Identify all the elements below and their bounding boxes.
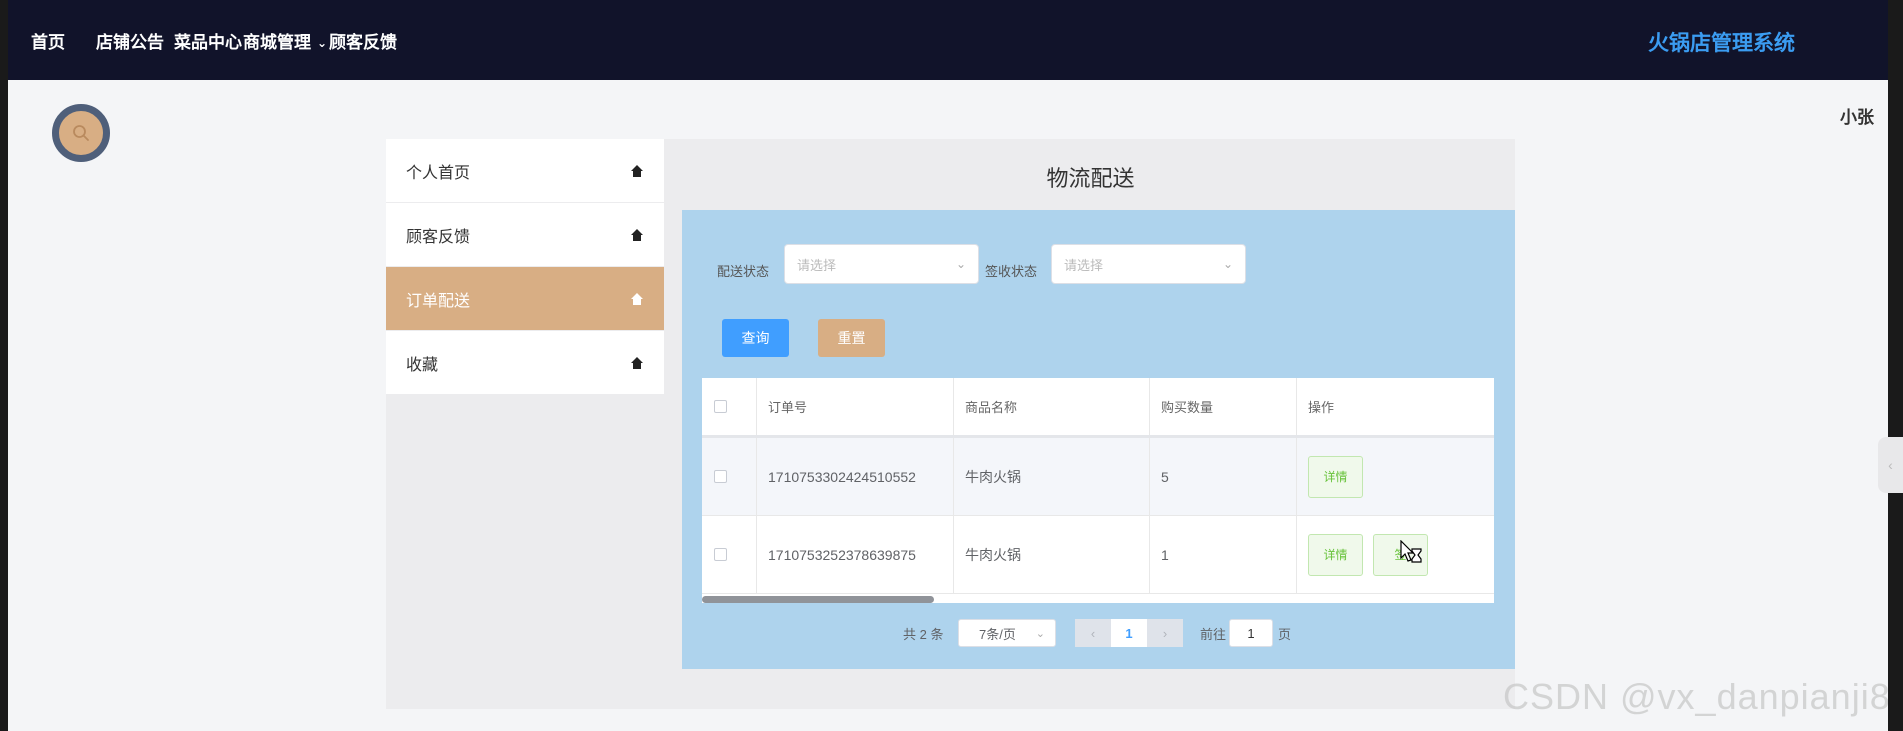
watermark-text: CSDN @vx_danpianji889 [1503, 676, 1888, 717]
app-page: 首页 店铺公告 菜品中心 商城管理 ⌄ 顾客反馈 火锅店管理系统 小张 个人首页 … [8, 0, 1888, 731]
goto-label: 前往 [1200, 627, 1227, 642]
nav-mall-management-label: 商城管理 [243, 33, 311, 52]
page-number-current[interactable]: 1 [1111, 619, 1147, 647]
top-navbar: 首页 店铺公告 菜品中心 商城管理 ⌄ 顾客反馈 火锅店管理系统 [8, 0, 1888, 80]
page-unit-label: 页 [1278, 627, 1292, 642]
prev-page-button[interactable]: ‹ [1075, 619, 1111, 647]
side-collapse-tab[interactable]: ‹ [1878, 437, 1903, 493]
actions-cell: 详情 签 [1297, 516, 1494, 593]
delivery-status-select[interactable]: 请选择 ⌄ [784, 244, 979, 284]
sidebar-item-favorites[interactable]: 收藏 [386, 331, 664, 395]
select-placeholder: 请选择 [797, 257, 837, 273]
chevron-down-icon: ⌄ [1222, 257, 1233, 271]
page-size-value: 7条/页 [979, 626, 1016, 642]
username[interactable]: 小张 [1840, 103, 1874, 128]
row-select-cell [702, 516, 757, 593]
pagination-total: 共 2 条 [903, 627, 944, 642]
chevron-right-icon: › [1162, 625, 1168, 641]
product-name: 牛肉火锅 [954, 516, 1150, 593]
actions-cell: 详情 [1297, 438, 1494, 515]
table-header: 订单号 商品名称 购买数量 操作 [702, 378, 1494, 438]
nav-home[interactable]: 首页 [31, 28, 65, 53]
chevron-down-icon: ⌄ [317, 36, 328, 50]
sidebar-item-label: 顾客反馈 [406, 228, 471, 246]
row-select-cell [702, 438, 757, 515]
search-icon [73, 125, 89, 141]
select-all-checkbox[interactable] [714, 400, 727, 413]
column-header: 购买数量 [1150, 378, 1297, 435]
table-row: 1710753302424510552 牛肉火锅 5 详情 [702, 438, 1494, 516]
home-icon [631, 292, 643, 305]
sidebar-item-order-delivery[interactable]: 订单配送 [386, 267, 664, 331]
search-fab[interactable] [52, 104, 110, 162]
nav-store-notice[interactable]: 店铺公告 [96, 28, 164, 53]
detail-button[interactable]: 详情 [1308, 455, 1363, 498]
sidebar-item-profile-home[interactable]: 个人首页 [386, 139, 664, 203]
sign-status-select[interactable]: 请选择 ⌄ [1051, 244, 1246, 284]
select-placeholder: 请选择 [1064, 257, 1104, 273]
horizontal-scrollbar[interactable] [702, 596, 934, 603]
order-number: 1710753302424510552 [757, 438, 954, 515]
product-name: 牛肉火锅 [954, 438, 1150, 515]
query-button[interactable]: 查询 [722, 319, 789, 357]
brand-title: 火锅店管理系统 [1648, 32, 1795, 55]
content-area: 配送状态 请选择 ⌄ 签收状态 请选择 ⌄ 查询 重置 订单号 商品名称 购买数… [682, 210, 1515, 669]
reset-button[interactable]: 重置 [818, 319, 885, 357]
quantity: 1 [1150, 516, 1297, 593]
sidebar-item-label: 个人首页 [406, 164, 471, 182]
order-number: 1710753252378639875 [757, 516, 954, 593]
nav-mall-management[interactable]: 商城管理 ⌄ [243, 28, 327, 53]
row-checkbox[interactable] [714, 548, 727, 561]
column-header: 商品名称 [954, 378, 1150, 435]
goto-page-input[interactable]: 1 [1229, 619, 1273, 647]
sidebar-item-label: 订单配送 [406, 292, 471, 310]
home-icon [631, 164, 643, 177]
row-checkbox[interactable] [714, 470, 727, 483]
select-all-cell [702, 378, 757, 435]
page-title: 物流配送 [1046, 166, 1135, 191]
nav-customer-feedback[interactable]: 顾客反馈 [329, 28, 397, 53]
column-header: 订单号 [757, 378, 954, 435]
detail-button[interactable]: 详情 [1308, 533, 1363, 576]
chevron-down-icon: ⌄ [955, 257, 966, 271]
chevron-down-icon: ⌄ [1035, 627, 1045, 640]
delivery-status-label: 配送状态 [717, 264, 770, 279]
sidebar-menu: 个人首页 顾客反馈 订单配送 收藏 [386, 139, 664, 395]
home-icon [631, 356, 643, 369]
home-icon [631, 228, 643, 241]
column-header: 操作 [1308, 400, 1335, 415]
sidebar-item-customer-feedback[interactable]: 顾客反馈 [386, 203, 664, 267]
table-row: 1710753252378639875 牛肉火锅 1 详情 签 [702, 516, 1494, 594]
sign-status-label: 签收状态 [985, 264, 1038, 279]
orders-table: 订单号 商品名称 购买数量 操作 1710753302424510552 牛肉火… [702, 378, 1494, 603]
quantity: 5 [1150, 438, 1297, 515]
busy-cursor-icon [1400, 540, 1422, 563]
main-panel: 个人首页 顾客反馈 订单配送 收藏 物流配送 配送状态 请选择 ⌄ 签收状态 请… [386, 139, 1515, 709]
page-size-select[interactable]: 7条/页 ⌄ [958, 619, 1056, 647]
nav-menu-center[interactable]: 菜品中心 [174, 28, 242, 53]
chevron-left-icon: ‹ [1888, 457, 1893, 473]
chevron-left-icon: ‹ [1090, 625, 1096, 641]
next-page-button[interactable]: › [1147, 619, 1183, 647]
sidebar-item-label: 收藏 [406, 356, 439, 374]
